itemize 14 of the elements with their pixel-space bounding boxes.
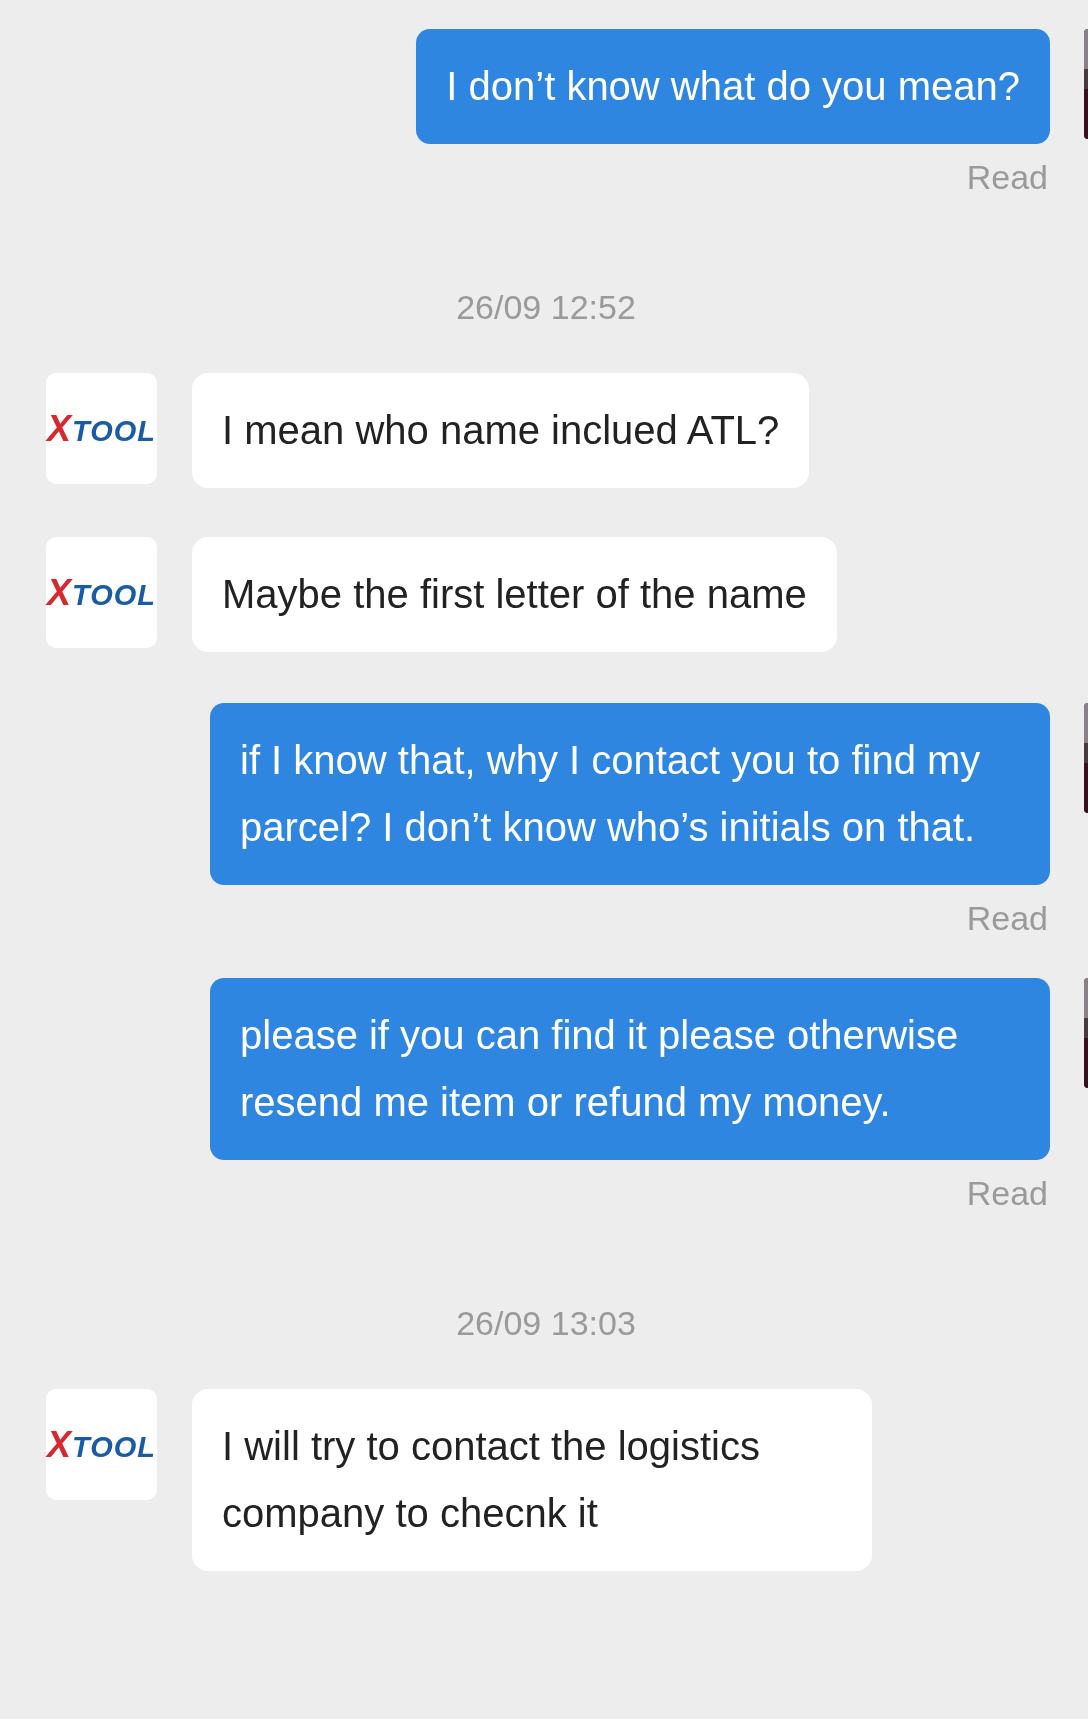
logo-text: XTOOL [46, 410, 156, 447]
read-status: Read [966, 1173, 1048, 1213]
received-message: Maybe the first letter of the name [192, 537, 837, 652]
read-status: Read [966, 898, 1048, 938]
read-status: Read [966, 157, 1048, 197]
received-message: I mean who name inclued ATL? [192, 373, 810, 488]
logo-text: XTOOL [46, 1426, 156, 1463]
sent-message: if I know that, why I contact you to find my parcel? I don’t know who’s initials on that. [210, 703, 1050, 885]
logo-text: XTOOL [46, 574, 156, 611]
sent-message: please if you can find it please otherwise resend me item or refund my money. [210, 978, 1050, 1160]
sent-message: I don’t know what do you mean? [416, 29, 1050, 144]
timestamp: 26/09 12:52 [455, 287, 636, 327]
received-message: I will try to contact the logistics company to checnk it [192, 1389, 872, 1571]
timestamp: 26/09 13:03 [455, 1303, 636, 1343]
